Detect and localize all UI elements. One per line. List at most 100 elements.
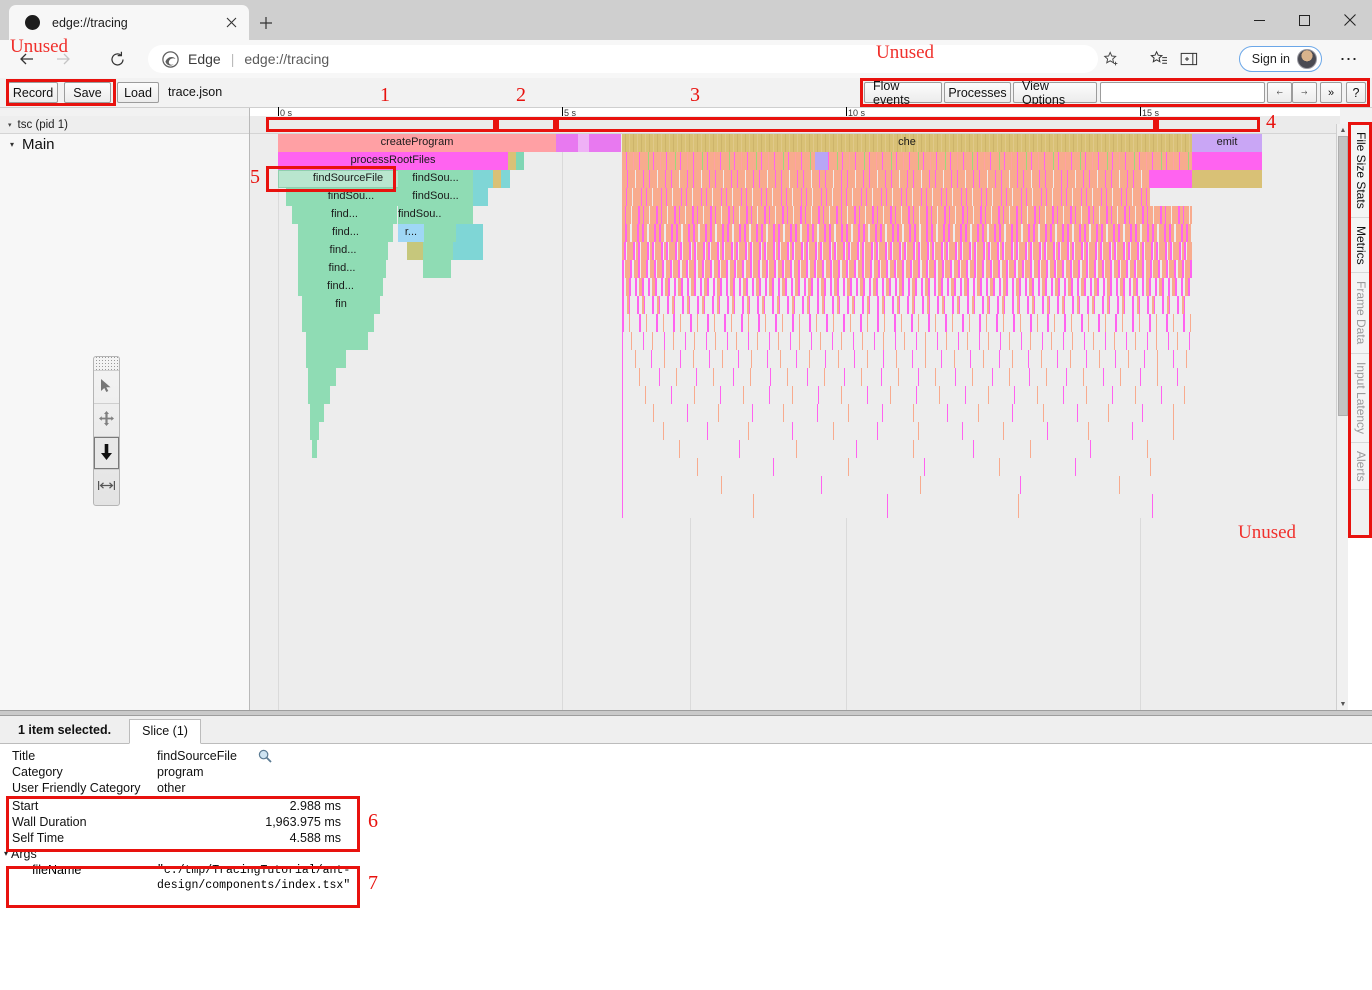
slice-row-depth3[interactable]	[622, 188, 1192, 206]
slice-row-depth2[interactable]	[622, 170, 1192, 188]
slice-row-depth6[interactable]	[622, 242, 1192, 260]
slice-block[interactable]	[442, 206, 473, 224]
slice-r[interactable]: r...	[398, 224, 424, 242]
split-screen-icon[interactable]	[1174, 44, 1204, 74]
slice-block[interactable]	[310, 422, 319, 440]
slice-block[interactable]	[453, 242, 483, 260]
slice-row-deep[interactable]	[622, 404, 1192, 422]
process-expander-icon[interactable]: ▾	[8, 121, 12, 129]
slice-block[interactable]	[306, 350, 346, 368]
more-options-button[interactable]: »	[1320, 82, 1342, 103]
slice-row-deep[interactable]	[622, 458, 1192, 476]
slice-findSou-2[interactable]: findSou...	[398, 170, 473, 188]
slice-findSou-6[interactable]: findSou...	[398, 206, 442, 224]
slice-row-depth7[interactable]	[622, 260, 1192, 278]
magnifier-icon[interactable]	[258, 749, 272, 763]
process-row[interactable]: ▾ tsc (pid 1)	[0, 116, 249, 134]
help-button[interactable]: ?	[1346, 82, 1366, 103]
processes-button[interactable]: Processes	[944, 82, 1011, 103]
slice-find-1[interactable]: find...	[292, 206, 397, 224]
slice-block[interactable]	[308, 386, 330, 404]
load-button[interactable]: Load	[117, 82, 159, 103]
slice-block[interactable]	[306, 332, 368, 350]
flame-chart-canvas[interactable]: createProgram che emit processRootFiles	[250, 134, 1340, 718]
drag-handle[interactable]	[94, 357, 119, 371]
slice-row-deep[interactable]	[622, 386, 1192, 404]
vertical-scrollbar[interactable]: ▲ ▼	[1336, 124, 1348, 710]
timing-tool-button[interactable]	[94, 470, 119, 503]
slice-row-deep[interactable]	[622, 422, 1192, 440]
slice-block[interactable]	[423, 242, 453, 260]
selection-tool-button[interactable]	[94, 371, 119, 404]
slice-block[interactable]	[312, 440, 317, 458]
thread-row-main[interactable]: ▾ Main	[0, 134, 249, 154]
favorites-list-icon[interactable]	[1144, 44, 1174, 74]
slice-block[interactable]	[501, 170, 510, 188]
slice-block[interactable]	[508, 152, 516, 170]
search-input[interactable]	[1100, 82, 1265, 103]
slice-find-2[interactable]: find...	[298, 224, 393, 242]
slice-row-deep[interactable]	[622, 332, 1192, 350]
slice-block[interactable]	[589, 134, 621, 152]
thread-expander-icon[interactable]: ▾	[10, 140, 14, 149]
slice-find-5[interactable]: find...	[298, 278, 383, 296]
view-options-button[interactable]: View Options	[1013, 82, 1097, 103]
slice-block[interactable]	[424, 224, 456, 242]
slice-block[interactable]	[456, 224, 483, 242]
slice-block[interactable]	[310, 404, 324, 422]
slice-createProgram[interactable]: createProgram	[278, 134, 556, 152]
slice-row-depth8[interactable]	[622, 278, 1192, 296]
args-header[interactable]: ▾ Args	[0, 846, 1372, 861]
tab-file-size-stats[interactable]: File Size Stats	[1349, 124, 1372, 218]
search-next-button[interactable]	[1292, 82, 1317, 103]
slice-fin[interactable]: fin	[302, 296, 380, 314]
slice-block[interactable]	[407, 242, 423, 260]
slice-find-4[interactable]: find...	[298, 260, 386, 278]
tab-metrics[interactable]: Metrics	[1349, 218, 1372, 274]
tab-slice[interactable]: Slice (1)	[129, 719, 201, 744]
slice-row-deep[interactable]	[622, 476, 1192, 494]
slice-processRootFiles[interactable]: processRootFiles	[278, 152, 508, 170]
tab-alerts[interactable]: Alerts	[1349, 443, 1372, 491]
slice-block[interactable]	[423, 260, 451, 278]
slice-block[interactable]	[302, 314, 374, 332]
slice-row-deep[interactable]	[622, 314, 1192, 332]
slice-row-deep[interactable]	[622, 350, 1192, 368]
slice-block[interactable]	[473, 170, 493, 188]
slice-block[interactable]	[556, 134, 578, 152]
args-expander-icon[interactable]: ▾	[4, 849, 8, 858]
slice-find-3[interactable]: find...	[298, 242, 388, 260]
slice-row-deep[interactable]	[622, 368, 1192, 386]
slice-block[interactable]	[1192, 170, 1262, 188]
slice-row-depth1[interactable]	[622, 152, 1192, 170]
slice-block[interactable]	[473, 188, 488, 206]
tab-close-icon[interactable]	[221, 13, 241, 33]
tab-frame-data[interactable]: Frame Data	[1349, 273, 1372, 353]
scrollbar-thumb[interactable]	[1338, 136, 1348, 416]
minimize-icon[interactable]	[1237, 0, 1282, 40]
slice-block[interactable]	[578, 134, 589, 152]
slice-block[interactable]	[815, 152, 828, 170]
slice-block[interactable]	[1192, 152, 1262, 170]
slice-block[interactable]	[308, 368, 336, 386]
flow-events-button[interactable]: Flow events	[864, 82, 942, 103]
tool-palette[interactable]	[93, 356, 120, 506]
slice-row-depth5[interactable]	[622, 224, 1192, 242]
pan-tool-button[interactable]	[94, 404, 119, 437]
slice-emit[interactable]: emit	[1192, 134, 1262, 152]
slice-block[interactable]	[516, 152, 524, 170]
scroll-down-icon[interactable]: ▼	[1337, 698, 1349, 710]
star-plus-icon[interactable]	[1096, 44, 1126, 74]
slice-block[interactable]	[1150, 170, 1192, 188]
search-prev-button[interactable]	[1267, 82, 1292, 103]
slice-che[interactable]: che	[622, 134, 1192, 152]
slice-row-deep[interactable]	[622, 440, 1192, 458]
zoom-tool-button[interactable]	[94, 437, 119, 470]
maximize-icon[interactable]	[1282, 0, 1327, 40]
new-tab-button[interactable]	[253, 10, 279, 36]
slice-block[interactable]	[493, 170, 501, 188]
save-button[interactable]: Save	[64, 82, 111, 103]
reload-icon[interactable]	[102, 44, 132, 74]
browser-tab[interactable]: edge://tracing	[9, 5, 249, 40]
slice-row-depth9[interactable]	[622, 296, 1192, 314]
